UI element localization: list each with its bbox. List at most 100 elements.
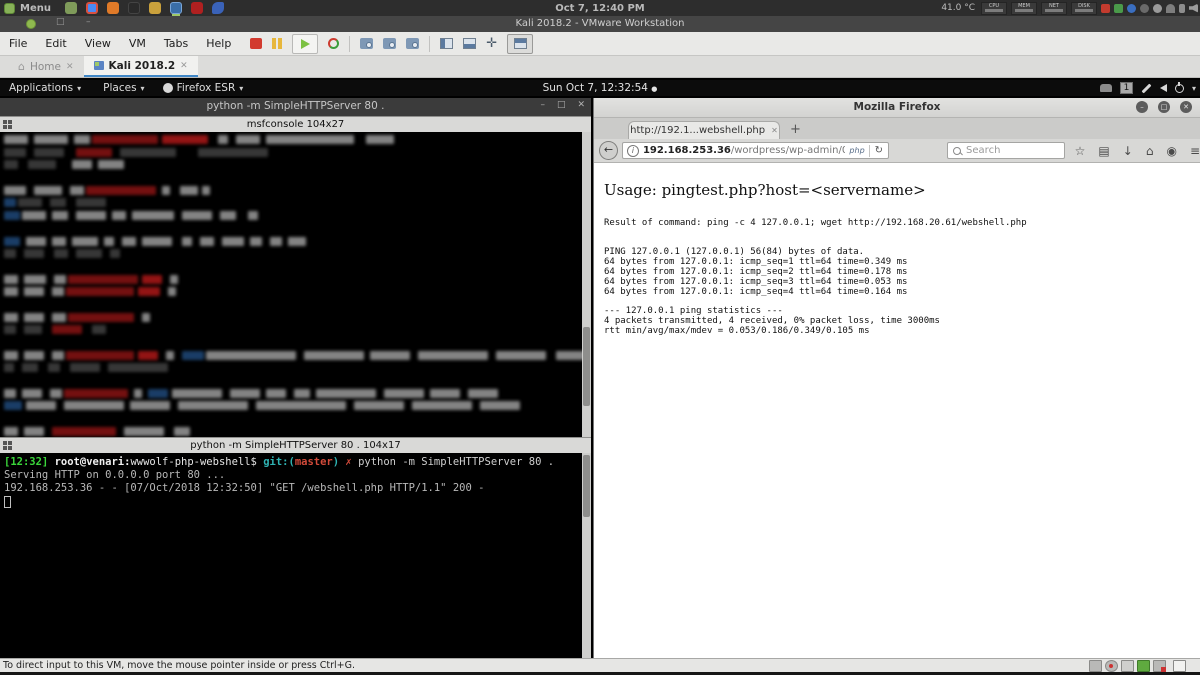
home-icon: ⌂ [18, 62, 25, 72]
menu-file[interactable]: File [0, 37, 36, 50]
power-off-button[interactable] [250, 38, 262, 49]
power-menu-icon[interactable] [1175, 84, 1184, 93]
menu-help[interactable]: Help [197, 37, 240, 50]
terminal-maximize-icon[interactable]: □ [557, 100, 566, 110]
screenshot-pencil-icon[interactable] [1142, 83, 1152, 93]
msfconsole-pane[interactable] [0, 132, 591, 437]
show-library-button[interactable] [440, 38, 453, 49]
terminal-cursor [4, 496, 11, 508]
workspace-indicator[interactable]: 1 [1120, 82, 1133, 94]
notification-dot: ● [651, 85, 657, 93]
host-taskbar: Menu Oct 7, 12:40 PM 41.0 °C CPU MEM NET… [0, 0, 1200, 16]
site-info-icon[interactable]: i [627, 145, 639, 157]
play-icon [301, 39, 310, 49]
search-placeholder: Search [966, 145, 1000, 156]
redacted-content [4, 135, 579, 437]
toolbar-separator [429, 36, 430, 52]
reset-button[interactable] [328, 38, 339, 49]
terminal-titlebar[interactable]: python -m SimpleHTTPServer 80 . – □ ✕ [0, 98, 591, 116]
menu-view[interactable]: View [76, 37, 120, 50]
search-box[interactable]: Search [947, 142, 1065, 159]
split-grid-icon[interactable] [3, 120, 12, 129]
vm-screen-icon [94, 61, 104, 70]
back-button[interactable]: ← [599, 141, 618, 160]
firefox-navbar: ← i 192.168.253.36 /wordpress/wp-admin/0… [594, 139, 1200, 163]
vm-display[interactable]: Applications▾ Places▾ Firefox ESR▾ Sun O… [0, 78, 1200, 658]
tab-close-icon[interactable]: ✕ [180, 61, 188, 71]
fan-icon[interactable] [1140, 4, 1149, 13]
tab-home-label: Home [30, 61, 61, 73]
python-pane-title: python -m SimpleHTTPServer 80 . 104x17 [190, 440, 400, 451]
msf-scrollbar[interactable] [582, 132, 591, 437]
hamburger-menu-icon[interactable]: ≡ [1190, 144, 1200, 158]
power-on-button[interactable] [292, 34, 318, 54]
kali-clock[interactable]: Sun Oct 7, 12:32:54 ● [0, 82, 1200, 94]
unity-mode-button[interactable] [507, 34, 533, 54]
url-bar[interactable]: i 192.168.253.36 /wordpress/wp-admin/050… [622, 142, 889, 159]
firefox-minimize-icon[interactable]: – [1136, 101, 1148, 113]
python-pane-header[interactable]: python -m SimpleHTTPServer 80 . 104x17 [0, 437, 591, 453]
browser-tab[interactable]: http://192.1...webshell.php ✕ [628, 121, 780, 139]
chevron-down-icon[interactable]: ▾ [1192, 84, 1196, 93]
vmware-statusbar: To direct input to this VM, move the mou… [0, 658, 1200, 672]
split-grid-icon[interactable] [3, 441, 12, 450]
firefox-maximize-icon[interactable]: □ [1158, 101, 1170, 113]
terminal-close-icon[interactable]: ✕ [577, 100, 585, 110]
downloads-icon[interactable]: ↓ [1123, 144, 1133, 158]
home-button-icon[interactable]: ⌂ [1146, 144, 1154, 158]
python-pane[interactable]: [12:32] root@venari:wwwolf-php-webshell$… [0, 453, 591, 658]
url-path: /wordpress/wp-admin/050416_backup.php?hc [731, 145, 846, 156]
bookmark-star-icon[interactable]: ☆ [1075, 144, 1086, 158]
menu-tabs[interactable]: Tabs [155, 37, 197, 50]
show-thumbnail-bar-button[interactable] [463, 38, 476, 49]
firefox-close-icon[interactable]: ✕ [1180, 101, 1192, 113]
terminal-window[interactable]: python -m SimpleHTTPServer 80 . – □ ✕ ms… [0, 98, 591, 658]
tab-close-icon[interactable]: ✕ [66, 62, 74, 72]
hard-disk-icon[interactable] [1089, 660, 1102, 672]
take-snapshot-button[interactable] [360, 38, 373, 49]
tab-close-icon[interactable]: ✕ [771, 126, 778, 135]
msfconsole-pane-header[interactable]: msfconsole 104x27 [0, 116, 591, 132]
display-icon[interactable] [1137, 660, 1150, 672]
menu-edit[interactable]: Edit [36, 37, 75, 50]
scrollbar-thumb[interactable] [583, 455, 590, 517]
mem-monitor[interactable]: MEM [1011, 2, 1037, 15]
volume-icon[interactable] [1189, 4, 1198, 13]
suspend-button[interactable] [272, 38, 282, 49]
manage-snapshots-button[interactable] [406, 38, 419, 49]
pocket-icon[interactable]: ◉ [1166, 144, 1176, 158]
python-scrollbar[interactable] [582, 453, 591, 658]
bookmarks-menu-icon[interactable]: ▤ [1098, 144, 1109, 158]
menu-vm[interactable]: VM [120, 37, 155, 50]
bluetooth-icon[interactable] [1127, 4, 1136, 13]
disk-monitor[interactable]: DISK [1071, 2, 1097, 15]
network-adapter-icon[interactable] [1121, 660, 1134, 672]
fullscreen-button[interactable]: ✛ [486, 37, 497, 50]
usb-device-icon[interactable] [1153, 660, 1166, 672]
net-monitor[interactable]: NET [1041, 2, 1067, 15]
vmware-menubar: File Edit View VM Tabs Help ✛ [0, 32, 1200, 56]
clipboard-grip-icon[interactable] [1173, 660, 1186, 672]
kali-volume-icon[interactable] [1160, 84, 1167, 92]
scrollbar-thumb[interactable] [583, 327, 590, 406]
shield-icon[interactable] [1101, 4, 1110, 13]
cd-rom-icon[interactable] [1105, 660, 1118, 672]
tab-home[interactable]: ⌂ Home ✕ [8, 56, 84, 77]
firefox-window[interactable]: Mozilla Firefox – □ ✕ http://192.1...web… [593, 98, 1200, 658]
users-icon[interactable] [1100, 84, 1112, 92]
sync-icon[interactable] [1114, 4, 1123, 13]
reload-icon[interactable]: ↻ [875, 145, 883, 156]
location-icon[interactable] [1153, 4, 1162, 13]
page-content[interactable]: Usage: pingtest.php?host=<servername> Re… [595, 163, 1200, 658]
terminal-minimize-icon[interactable]: – [540, 100, 545, 110]
wifi-icon[interactable] [1166, 4, 1175, 13]
revert-snapshot-button[interactable] [383, 38, 396, 49]
page-output: Result of command: ping -c 4 127.0.0.1; … [604, 219, 1200, 337]
firefox-titlebar[interactable]: Mozilla Firefox – □ ✕ [594, 98, 1200, 118]
page-output-line: rtt min/avg/max/mdev = 0.053/0.186/0.349… [604, 327, 1200, 337]
cpu-monitor[interactable]: CPU [981, 2, 1007, 15]
temperature-readout: 41.0 °C [941, 3, 975, 13]
tab-kali[interactable]: Kali 2018.2 ✕ [84, 56, 198, 77]
new-tab-button[interactable]: + [790, 122, 801, 137]
battery-icon[interactable] [1179, 4, 1185, 13]
